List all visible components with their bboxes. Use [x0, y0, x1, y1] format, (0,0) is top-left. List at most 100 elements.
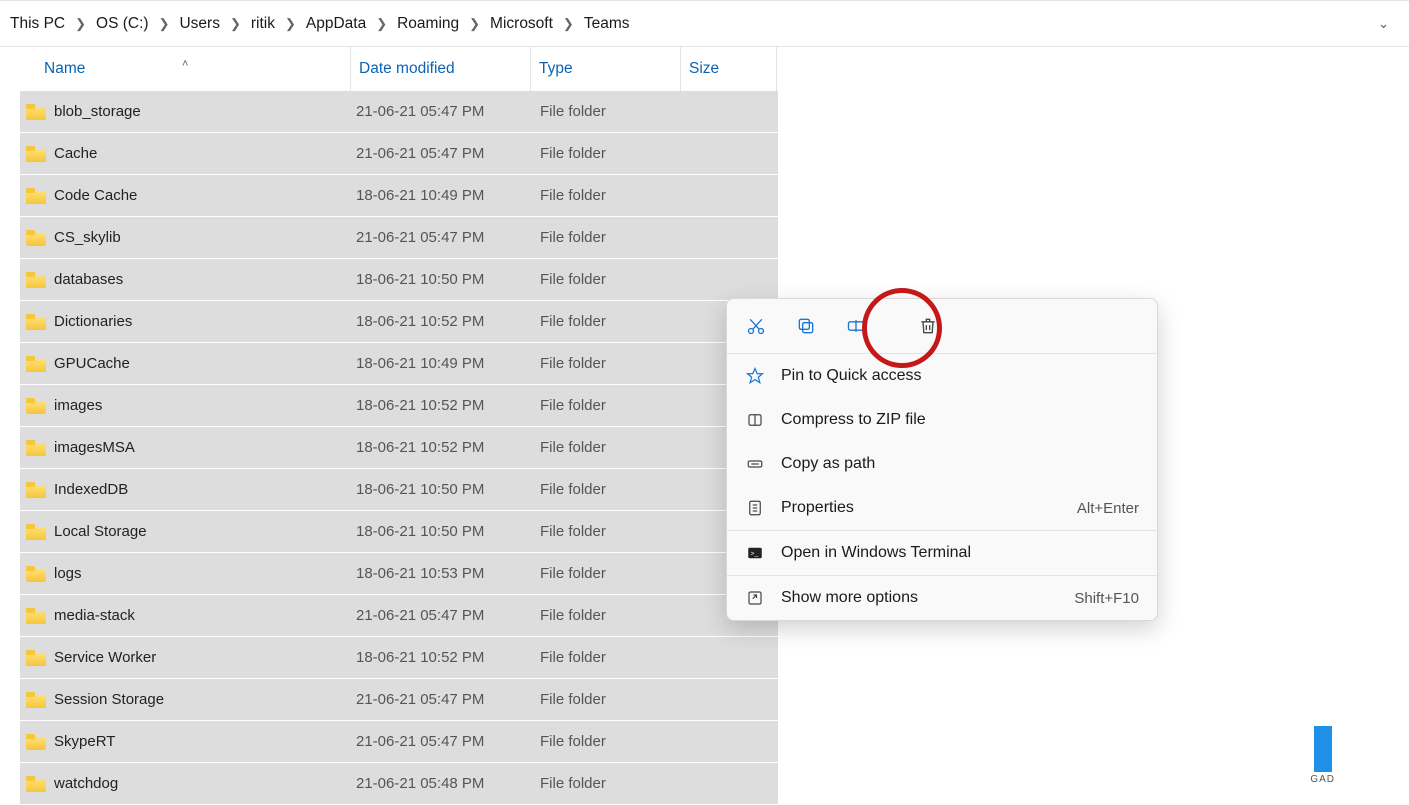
terminal-icon: >_: [745, 544, 765, 562]
file-type: File folder: [530, 565, 680, 582]
context-action-bar: [727, 299, 1157, 354]
file-type: File folder: [530, 313, 680, 330]
file-date: 18-06-21 10:49 PM: [350, 355, 530, 372]
file-name: imagesMSA: [54, 439, 135, 456]
file-name: images: [54, 397, 102, 414]
folder-icon: [26, 272, 46, 288]
delete-icon[interactable]: [917, 315, 939, 337]
folder-icon: [26, 734, 46, 750]
chevron-right-icon[interactable]: ❯: [69, 16, 92, 32]
crumb[interactable]: This PC: [6, 15, 69, 33]
menu-shortcut: Shift+F10: [1074, 590, 1139, 607]
file-type: File folder: [530, 691, 680, 708]
file-date: 18-06-21 10:50 PM: [350, 271, 530, 288]
column-type[interactable]: Type: [530, 47, 680, 91]
file-type: File folder: [530, 733, 680, 750]
menu-compress-zip[interactable]: Compress to ZIP file: [727, 398, 1157, 442]
chevron-right-icon[interactable]: ❯: [279, 16, 302, 32]
table-row[interactable]: databases 18-06-21 10:50 PMFile folder: [20, 259, 778, 300]
watermark: GAD: [1310, 726, 1335, 785]
sort-ascending-icon: ˄: [182, 58, 188, 70]
file-type: File folder: [530, 271, 680, 288]
file-type: File folder: [530, 397, 680, 414]
file-name: IndexedDB: [54, 481, 128, 498]
file-name: CS_skylib: [54, 229, 121, 246]
copy-icon[interactable]: [795, 315, 817, 337]
table-row[interactable]: Cache21-06-21 05:47 PMFile folder: [20, 133, 778, 174]
menu-show-more-options[interactable]: Show more options Shift+F10: [727, 576, 1157, 620]
context-menu: Pin to Quick access Compress to ZIP file…: [726, 298, 1158, 621]
rename-icon[interactable]: [845, 315, 867, 337]
svg-text:>_: >_: [751, 550, 759, 557]
file-type: File folder: [530, 187, 680, 204]
file-type: File folder: [530, 439, 680, 456]
table-row[interactable]: Session Storage21-06-21 05:47 PMFile fol…: [20, 679, 778, 720]
file-date: 18-06-21 10:50 PM: [350, 523, 530, 540]
table-row[interactable]: images 18-06-21 10:52 PMFile folder: [20, 385, 778, 426]
table-row[interactable]: SkypeRT 21-06-21 05:47 PMFile folder: [20, 721, 778, 762]
table-row[interactable]: watchdog21-06-21 05:48 PMFile folder: [20, 763, 778, 804]
chevron-right-icon[interactable]: ❯: [463, 16, 486, 32]
file-date: 21-06-21 05:47 PM: [350, 103, 530, 120]
menu-open-terminal[interactable]: >_ Open in Windows Terminal: [727, 531, 1157, 575]
chevron-right-icon[interactable]: ❯: [153, 16, 176, 32]
table-row[interactable]: GPUCache18-06-21 10:49 PMFile folder: [20, 343, 778, 384]
crumb[interactable]: Roaming: [393, 15, 463, 33]
crumb[interactable]: OS (C:): [92, 15, 153, 33]
table-row[interactable]: Dictionaries18-06-21 10:52 PMFile folder: [20, 301, 778, 342]
menu-copy-as-path[interactable]: Copy as path: [727, 442, 1157, 486]
file-name: Code Cache: [54, 187, 137, 204]
table-row[interactable]: media-stack21-06-21 05:47 PMFile folder: [20, 595, 778, 636]
crumb[interactable]: ritik: [247, 15, 279, 33]
folder-icon: [26, 692, 46, 708]
chevron-right-icon[interactable]: ❯: [557, 16, 580, 32]
chevron-down-icon[interactable]: ⌄: [1370, 16, 1397, 32]
table-row[interactable]: blob_storage21-06-21 05:47 PMFile folder: [20, 91, 778, 132]
menu-pin-quick-access[interactable]: Pin to Quick access: [727, 354, 1157, 398]
column-name-label: Name: [44, 60, 85, 78]
table-row[interactable]: imagesMSA18-06-21 10:52 PMFile folder: [20, 427, 778, 468]
file-name: logs: [54, 565, 82, 582]
menu-properties[interactable]: Properties Alt+Enter: [727, 486, 1157, 530]
menu-shortcut: Alt+Enter: [1077, 500, 1139, 517]
crumb[interactable]: Users: [175, 15, 223, 33]
column-headers: Name ˄ Date modified Type Size: [20, 47, 778, 91]
file-date: 18-06-21 10:52 PM: [350, 397, 530, 414]
table-row[interactable]: Code Cache18-06-21 10:49 PMFile folder: [20, 175, 778, 216]
file-date: 18-06-21 10:50 PM: [350, 481, 530, 498]
menu-label: Pin to Quick access: [781, 367, 922, 385]
table-row[interactable]: logs 18-06-21 10:53 PMFile folder: [20, 553, 778, 594]
file-name: SkypeRT: [54, 733, 115, 750]
folder-icon: [26, 776, 46, 792]
folder-icon: [26, 188, 46, 204]
column-name[interactable]: Name ˄: [20, 60, 350, 78]
column-date[interactable]: Date modified: [350, 47, 530, 91]
table-row[interactable]: IndexedDB 18-06-21 10:50 PMFile folder: [20, 469, 778, 510]
table-row[interactable]: CS_skylib21-06-21 05:47 PMFile folder: [20, 217, 778, 258]
file-date: 21-06-21 05:47 PM: [350, 607, 530, 624]
crumb[interactable]: Teams: [580, 15, 634, 33]
table-row[interactable]: Local Storage18-06-21 10:50 PMFile folde…: [20, 511, 778, 552]
file-list: Name ˄ Date modified Type Size blob_stor…: [0, 47, 778, 805]
file-type: File folder: [530, 229, 680, 246]
chevron-right-icon[interactable]: ❯: [370, 16, 393, 32]
folder-icon: [26, 398, 46, 414]
menu-label: Open in Windows Terminal: [781, 544, 971, 562]
file-name: databases: [54, 271, 123, 288]
menu-label: Properties: [781, 499, 854, 517]
file-type: File folder: [530, 481, 680, 498]
chevron-right-icon[interactable]: ❯: [224, 16, 247, 32]
crumb[interactable]: AppData: [302, 15, 370, 33]
cut-icon[interactable]: [745, 315, 767, 337]
file-date: 21-06-21 05:48 PM: [350, 775, 530, 792]
breadcrumb[interactable]: This PC ❯ OS (C:) ❯ Users ❯ ritik ❯ AppD…: [0, 1, 1409, 47]
table-row[interactable]: Service Worker18-06-21 10:52 PMFile fold…: [20, 637, 778, 678]
zip-icon: [745, 411, 765, 429]
file-date: 21-06-21 05:47 PM: [350, 733, 530, 750]
folder-icon: [26, 566, 46, 582]
menu-label: Copy as path: [781, 455, 875, 473]
crumb[interactable]: Microsoft: [486, 15, 557, 33]
file-date: 18-06-21 10:53 PM: [350, 565, 530, 582]
column-size[interactable]: Size: [680, 47, 776, 91]
file-name: Service Worker: [54, 649, 156, 666]
